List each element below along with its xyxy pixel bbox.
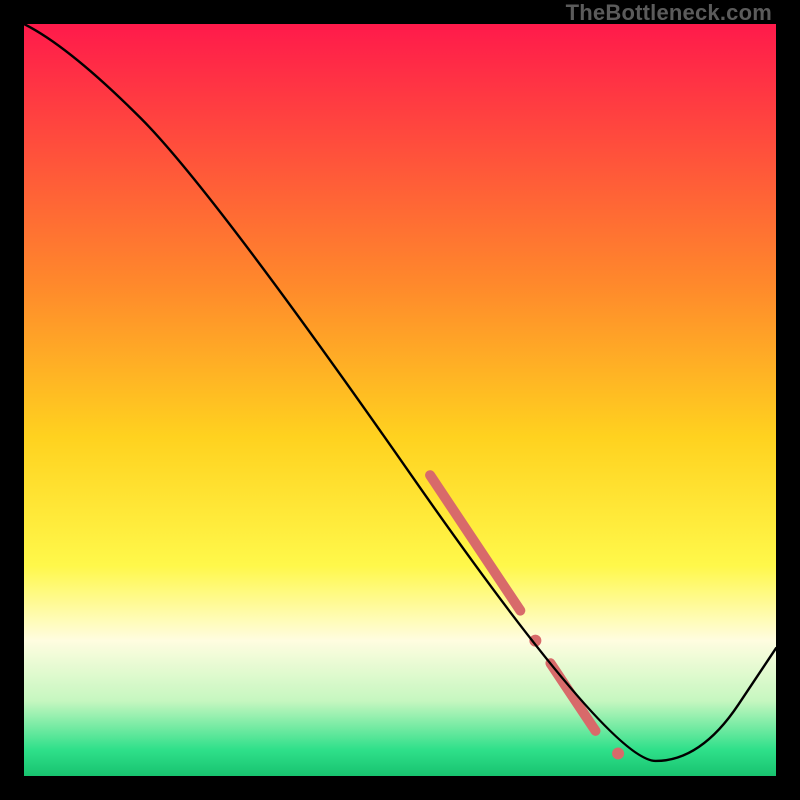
highlight-dot: [612, 747, 624, 759]
watermark-text: TheBottleneck.com: [566, 0, 772, 26]
chart-frame: [24, 24, 776, 776]
bottleneck-chart: [24, 24, 776, 776]
chart-background: [24, 24, 776, 776]
